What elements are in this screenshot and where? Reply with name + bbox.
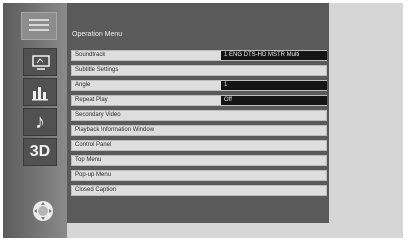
menu-item-label: Top Menu [75, 157, 102, 163]
menu-item-repeat-play[interactable]: Repeat Play Off [71, 95, 327, 106]
3d-icon[interactable]: 3D [23, 138, 57, 166]
menu-item-popup-menu[interactable]: Pop-up Menu [71, 170, 327, 181]
menu-item-soundtrack[interactable]: Soundtrack 1 ENG DTS-HD MSTR Multi [71, 50, 327, 61]
3d-label: 3D [29, 143, 51, 160]
music-note-icon[interactable]: ♪ [23, 108, 57, 136]
tv-screen: ♪ 3D Operation Menu Soundtrack 1 ENG DTS… [3, 3, 403, 238]
menu-list-icon[interactable] [21, 12, 57, 40]
repeat-play-value: Off [221, 96, 327, 105]
menu-item-label: Playback Information Window [75, 127, 155, 133]
menu-item-label: Soundtrack [75, 52, 106, 58]
menu-item-subtitle-settings[interactable]: Subtitle Settings [71, 65, 327, 76]
category-rail: ♪ 3D [3, 3, 67, 238]
angle-value: 1 [221, 81, 327, 90]
menu-item-label: Pop-up Menu [75, 172, 112, 178]
menu-item-control-panel[interactable]: Control Panel [71, 140, 327, 151]
menu-item-label: Subtitle Settings [75, 67, 119, 73]
menu-item-top-menu[interactable]: Top Menu [71, 155, 327, 166]
remote-navigation-icon [31, 199, 55, 223]
menu-item-label: Control Panel [75, 142, 112, 148]
screen-icon[interactable] [23, 48, 57, 76]
menu-list-line [29, 19, 49, 21]
soundtrack-value: 1 ENG DTS-HD MSTR Multi [221, 51, 327, 60]
menu-list-line [29, 29, 49, 31]
music-note-glyph: ♪ [35, 111, 45, 133]
menu-item-playback-information-window[interactable]: Playback Information Window [71, 125, 327, 136]
operation-menu-panel: Operation Menu Soundtrack 1 ENG DTS-HD M… [67, 3, 329, 223]
menu-item-label: Angle [75, 82, 91, 88]
menu-item-label: Secondary Video [75, 112, 121, 118]
equalizer-icon[interactable] [23, 78, 57, 106]
menu-item-closed-caption[interactable]: Closed Caption [71, 185, 327, 196]
menu-item-secondary-video[interactable]: Secondary Video [71, 110, 327, 121]
menu-item-label: Closed Caption [75, 187, 117, 193]
menu-item-label: Repeat Play [75, 97, 108, 103]
menu-item-angle[interactable]: Angle 1 [71, 80, 327, 91]
menu-list-line [29, 24, 49, 26]
menu-title: Operation Menu [72, 31, 123, 38]
